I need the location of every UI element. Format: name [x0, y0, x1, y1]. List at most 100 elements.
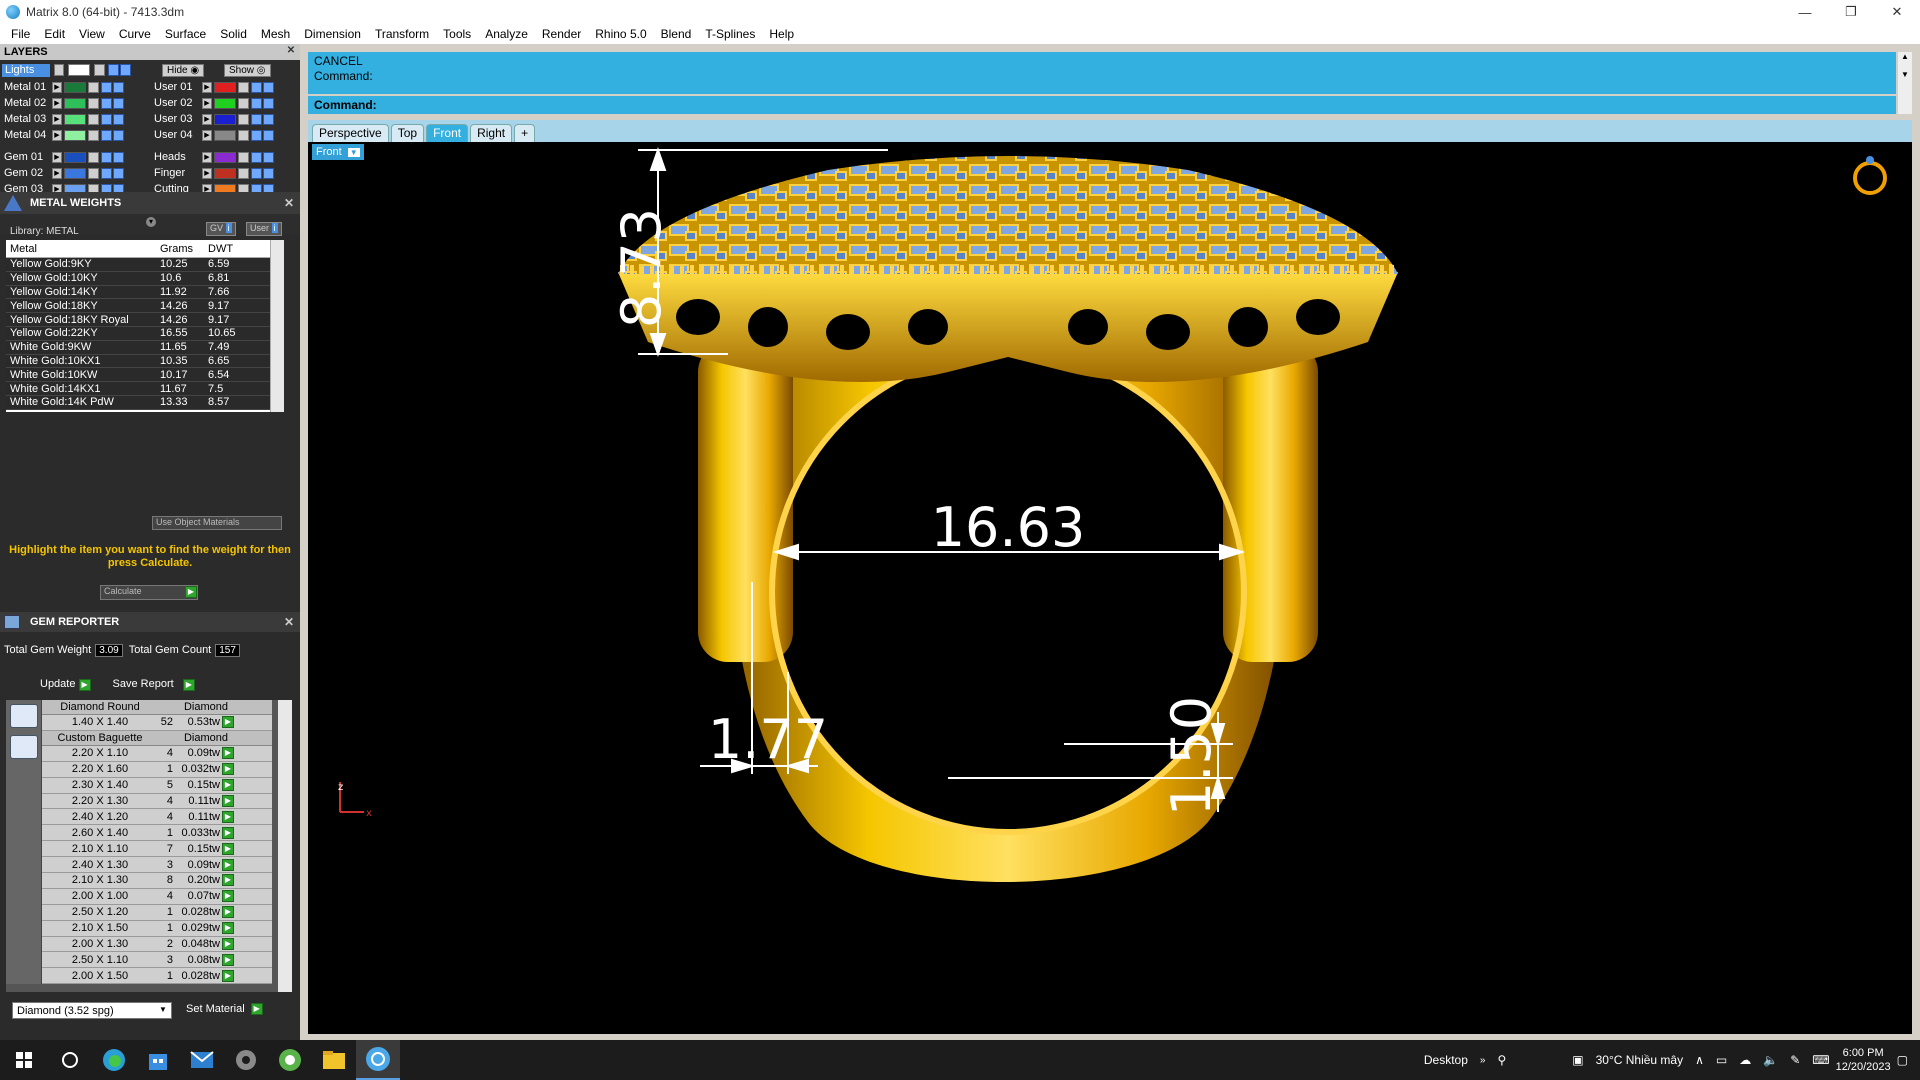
layer-name[interactable]: User 03 [150, 113, 202, 125]
layer-row[interactable]: Gem 01 ▶ [0, 150, 124, 164]
gv-toggle[interactable]: GV i [206, 222, 236, 236]
notification-icon[interactable]: ▢ [1897, 1053, 1908, 1067]
lock-icon[interactable] [88, 113, 99, 125]
table-row[interactable]: 2.10 X 1.10 7 0.15tw ▶ [42, 841, 272, 858]
store-icon[interactable] [136, 1040, 180, 1080]
person-icon[interactable]: ⚲ [1497, 1053, 1506, 1067]
layer-current-icon[interactable]: ▶ [202, 167, 212, 179]
select-gems-icon[interactable]: ▶ [222, 922, 234, 935]
table-row[interactable]: 2.50 X 1.10 3 0.08tw ▶ [42, 952, 272, 969]
bulb-icon[interactable] [113, 81, 124, 93]
bulb-icon[interactable] [113, 151, 124, 163]
select-gems-icon[interactable]: ▶ [222, 969, 234, 982]
menu-file[interactable]: File [4, 27, 37, 41]
chevron-up-icon[interactable]: » [1480, 1055, 1486, 1066]
table-row[interactable]: Yellow Gold:9KY 10.25 6.59 [6, 258, 284, 272]
layer-color-swatch[interactable] [64, 151, 86, 163]
tray-chevron-icon[interactable]: ∧ [1695, 1053, 1704, 1067]
tab-right[interactable]: Right [470, 124, 513, 142]
bulb-icon[interactable] [108, 64, 119, 76]
pen-icon[interactable]: ✎ [1790, 1053, 1800, 1067]
table-row[interactable]: 2.30 X 1.40 5 0.15tw ▶ [42, 777, 272, 794]
keyboard-icon[interactable]: ⌨ [1812, 1053, 1829, 1067]
table-row[interactable]: White Gold:10KW 10.17 6.54 [6, 368, 284, 383]
layer-name[interactable]: Metal 03 [0, 113, 52, 125]
bulb-icon[interactable] [113, 113, 124, 125]
layer-row[interactable]: Heads ▶ [150, 150, 274, 164]
layer-color-swatch[interactable] [214, 167, 236, 179]
table-row[interactable]: White Gold:14K PdW 13.33 8.57 [6, 395, 284, 410]
menu-mesh[interactable]: Mesh [254, 27, 297, 41]
table-row[interactable]: 2.00 X 1.30 2 0.048tw ▶ [42, 936, 272, 953]
layer-row[interactable]: User 02 ▶ [150, 96, 274, 110]
clock[interactable]: 6:00 PM 12/20/2023 [1836, 1046, 1891, 1074]
select-gems-icon[interactable]: ▶ [222, 874, 234, 887]
layer-row[interactable]: Metal 04 ▶ [0, 128, 124, 142]
layer-current-icon[interactable]: ▶ [202, 151, 212, 163]
onedrive-icon[interactable]: ☁ [1739, 1053, 1751, 1067]
bulb-icon[interactable] [251, 113, 262, 125]
select-gems-icon[interactable]: ▶ [222, 858, 234, 871]
menu-surface[interactable]: Surface [158, 27, 213, 41]
lock-icon[interactable] [238, 167, 249, 179]
show-button[interactable]: Show ◎ [224, 64, 271, 77]
select-gems-icon[interactable]: ▶ [222, 716, 234, 729]
weather-icon[interactable]: ▣ [1572, 1053, 1583, 1067]
layer-color-swatch[interactable] [214, 113, 236, 125]
windows-start-icon[interactable] [0, 1040, 48, 1080]
menu-analyze[interactable]: Analyze [478, 27, 535, 41]
layer-row[interactable]: User 04 ▶ [150, 128, 274, 142]
search-icon[interactable] [48, 1040, 92, 1080]
menu-blend[interactable]: Blend [654, 27, 699, 41]
bulb-icon[interactable] [101, 129, 112, 141]
table-row[interactable]: 1.40 X 1.40 52 0.53tw ▶ [42, 715, 272, 731]
layer-row[interactable]: Metal 01 ▶ [0, 80, 124, 94]
bulb-icon[interactable] [113, 129, 124, 141]
menu-view[interactable]: View [72, 27, 112, 41]
bulb-icon[interactable] [263, 129, 274, 141]
select-gems-icon[interactable]: ▶ [222, 779, 234, 792]
bulb-icon[interactable] [120, 64, 131, 76]
menu-rhino[interactable]: Rhino 5.0 [588, 27, 653, 41]
bulb-icon[interactable] [263, 113, 274, 125]
select-gems-icon[interactable]: ▶ [222, 795, 234, 807]
table-row[interactable]: White Gold:10KX1 10.35 6.65 [6, 354, 284, 369]
table-row[interactable]: Yellow Gold:22KY 16.55 10.65 [6, 326, 284, 341]
lock-icon[interactable] [238, 129, 249, 141]
layer-current-icon[interactable]: ▶ [52, 81, 62, 93]
layer-current-icon[interactable]: ▶ [202, 129, 212, 141]
table-row[interactable]: 2.00 X 1.50 1 0.028tw ▶ [42, 968, 272, 985]
menu-dimension[interactable]: Dimension [297, 27, 368, 41]
table-row[interactable]: White Gold:14KX1 11.67 7.5 [6, 382, 284, 396]
layer-row[interactable]: Finger ▶ [150, 166, 274, 180]
layer-current-icon[interactable]: ▶ [202, 113, 212, 125]
update-button[interactable]: Update ▶ [40, 678, 91, 691]
lock-icon[interactable] [238, 113, 249, 125]
layer-name[interactable]: User 02 [150, 97, 202, 109]
menu-tools[interactable]: Tools [436, 27, 478, 41]
table-row[interactable]: 2.40 X 1.20 4 0.11tw ▶ [42, 809, 272, 826]
menu-edit[interactable]: Edit [37, 27, 72, 41]
table-row[interactable]: 2.20 X 1.60 1 0.032tw ▶ [42, 761, 272, 778]
bulb-icon[interactable] [101, 81, 112, 93]
lights-layer[interactable]: Lights [2, 64, 50, 77]
close-icon[interactable]: ✕ [284, 196, 294, 210]
table-row[interactable]: 2.40 X 1.30 3 0.09tw ▶ [42, 857, 272, 874]
collapse-icon[interactable]: ▾ [146, 217, 156, 227]
tab-front[interactable]: Front [426, 124, 469, 142]
command-scrollbar[interactable]: ▲ ▼ [1898, 52, 1912, 114]
layer-row[interactable]: Metal 03 ▶ [0, 112, 124, 126]
menu-transform[interactable]: Transform [368, 27, 436, 41]
close-button[interactable]: ✕ [1874, 0, 1920, 24]
tab-perspective[interactable]: Perspective [312, 124, 389, 142]
ring-icon[interactable] [1853, 156, 1887, 195]
lock-icon[interactable] [88, 81, 99, 93]
matrix-taskbar-icon[interactable] [356, 1040, 400, 1080]
layer-current-icon[interactable]: ▶ [52, 167, 62, 179]
close-icon[interactable]: ✕ [284, 615, 294, 629]
layer-color-swatch[interactable] [64, 81, 86, 93]
menu-render[interactable]: Render [535, 27, 588, 41]
user-toggle[interactable]: User i [246, 222, 282, 236]
table-row[interactable]: 2.50 X 1.20 1 0.028tw ▶ [42, 904, 272, 921]
minimize-button[interactable]: — [1782, 0, 1828, 24]
